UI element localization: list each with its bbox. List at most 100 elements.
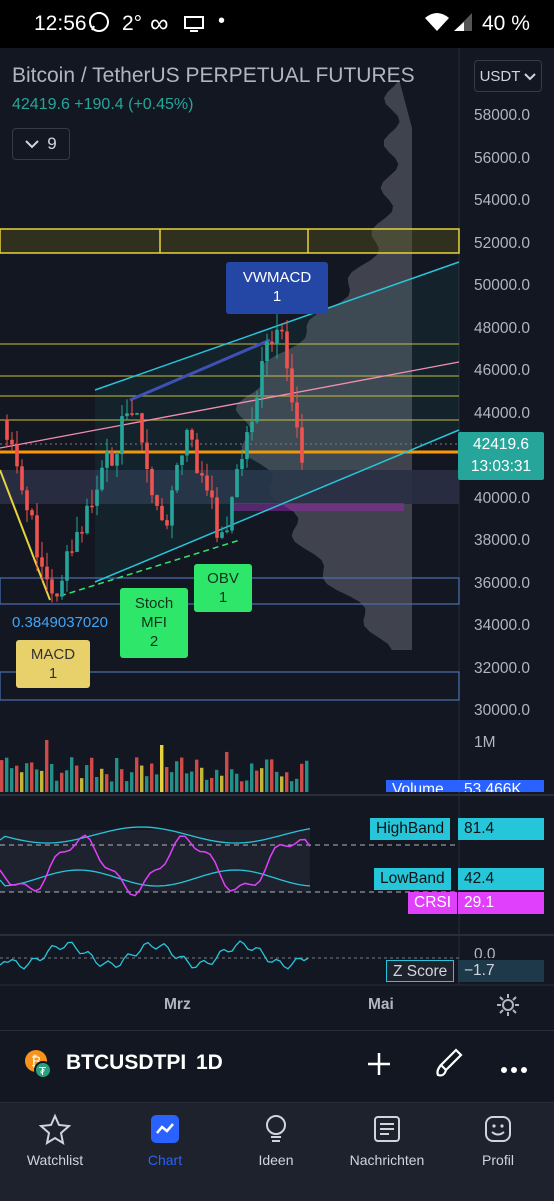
candle-body	[110, 451, 114, 466]
battery-text: 40 %	[482, 12, 530, 35]
nav-chart[interactable]: Chart	[110, 1113, 220, 1168]
volume-bar	[45, 739, 49, 792]
candle-body	[10, 439, 14, 445]
price-axis-label: 50000.0	[474, 277, 531, 294]
volume-bar	[65, 770, 69, 792]
chart-settings-icon[interactable]	[496, 993, 520, 1022]
volume-bar	[280, 776, 284, 792]
zscore-value: −1.7	[458, 960, 544, 982]
candle-body	[80, 532, 84, 534]
bar-countdown: 13:03:31	[470, 458, 532, 475]
volume-bar	[100, 768, 104, 792]
nav-label: Ideen	[258, 1152, 294, 1168]
price-axis-label: 56000.0	[474, 149, 531, 167]
volume-axis-label: 1M	[474, 734, 496, 751]
nav-ideen[interactable]: Ideen	[221, 1113, 331, 1168]
bitcoin-logo-icon[interactable]: ₿ ₮	[24, 1049, 52, 1084]
macd-label[interactable]: MACD 1	[16, 640, 90, 688]
chart-icon	[151, 1115, 179, 1143]
more-icon[interactable]	[500, 1061, 528, 1079]
candle-body	[40, 557, 44, 567]
candle-body	[235, 469, 239, 498]
plus-icon[interactable]	[366, 1051, 392, 1082]
symbol-name[interactable]: BTCUSDTPI	[66, 1051, 186, 1075]
price-axis-label: 40000.0	[474, 489, 531, 507]
candle-body	[35, 515, 39, 558]
chevron-down-icon	[25, 134, 39, 154]
candle-body	[280, 329, 284, 332]
candle-body	[60, 580, 64, 597]
bottom-nav: Watchlist Chart Ideen Nachrichten Profil	[0, 1102, 554, 1201]
nav-label: Chart	[147, 1152, 183, 1168]
volume-bar	[90, 757, 94, 792]
volume-bar	[20, 772, 24, 792]
volume-bar	[40, 770, 44, 792]
indicator-count: 9	[47, 134, 57, 153]
time-label-mrz: Mrz	[164, 996, 191, 1013]
candle-body	[260, 361, 264, 398]
highband-label: HighBand	[370, 818, 451, 840]
price-axis-label: 58000.0	[474, 107, 531, 124]
signal-icon	[452, 12, 474, 38]
interval-label[interactable]: 1D	[196, 1051, 223, 1075]
volume-bar	[150, 763, 154, 792]
price-axis-label: 46000.0	[474, 362, 531, 379]
dot-icon: •	[218, 10, 226, 32]
indicators-toggle-button[interactable]: 9	[12, 128, 70, 160]
price-axis-label: 52000.0	[474, 234, 531, 252]
obv-label[interactable]: OBV 1	[194, 564, 252, 612]
draw-brush-icon[interactable]	[434, 1047, 464, 1084]
nav-nachrichten[interactable]: Nachrichten	[332, 1113, 442, 1168]
volume-bar	[190, 771, 194, 792]
nav-profil[interactable]: Profil	[443, 1113, 553, 1168]
volume-bar	[220, 775, 224, 792]
candle-body	[165, 520, 169, 526]
candle-body	[130, 413, 134, 415]
candle-body	[125, 413, 129, 417]
volume-bar	[225, 751, 229, 792]
price-change: 42419.6 +190.4 (+0.45%)	[12, 96, 194, 113]
currency-button[interactable]: USDT	[474, 60, 542, 92]
currency-label: USDT	[479, 67, 521, 85]
candle-body	[65, 551, 69, 581]
candle-body	[180, 455, 184, 465]
nav-label: Nachrichten	[349, 1152, 425, 1168]
candle-body	[295, 402, 299, 428]
candle-body	[195, 439, 199, 474]
volume-bar	[60, 772, 64, 792]
candle-body	[50, 579, 54, 594]
volume-bar	[260, 768, 264, 792]
volume-bar	[195, 759, 199, 792]
status-time: 12:56	[34, 12, 87, 35]
volume-bar	[85, 765, 89, 792]
volume-bar	[230, 769, 234, 792]
symbol-bar: ₿ ₮ BTCUSDTPI 1D	[0, 1030, 554, 1103]
volume-bar	[180, 757, 184, 792]
candle-body	[220, 532, 224, 538]
wifi-icon	[424, 12, 450, 38]
price-axis-label: 36000.0	[474, 574, 531, 592]
volume-bar	[95, 776, 99, 792]
volume-bar	[15, 765, 19, 792]
nav-label: Profil	[482, 1152, 514, 1168]
volume-bar	[75, 765, 79, 792]
volume-bar	[170, 772, 174, 792]
time-label-mai: Mai	[368, 996, 394, 1013]
volume-bar	[245, 780, 249, 792]
stoch-mfi-label[interactable]: Stoch MFI 2	[120, 588, 188, 658]
candle-body	[105, 451, 109, 468]
lowband-value: 42.4	[458, 868, 544, 890]
lowband-label: LowBand	[374, 868, 451, 890]
candle-body	[215, 497, 219, 538]
supply-zone	[0, 228, 460, 254]
volume-bar	[105, 774, 109, 792]
candle-body	[160, 505, 164, 521]
volume-bar	[10, 768, 14, 792]
candle-body	[120, 416, 124, 455]
nav-watchlist[interactable]: Watchlist	[0, 1113, 110, 1168]
volume-value: 53.466K	[458, 780, 544, 792]
candle-body	[290, 368, 294, 403]
vwmacd-label[interactable]: VWMACD 1	[226, 262, 328, 314]
volume-bar	[210, 777, 214, 792]
price-axis-label: 32000.0	[474, 659, 531, 677]
